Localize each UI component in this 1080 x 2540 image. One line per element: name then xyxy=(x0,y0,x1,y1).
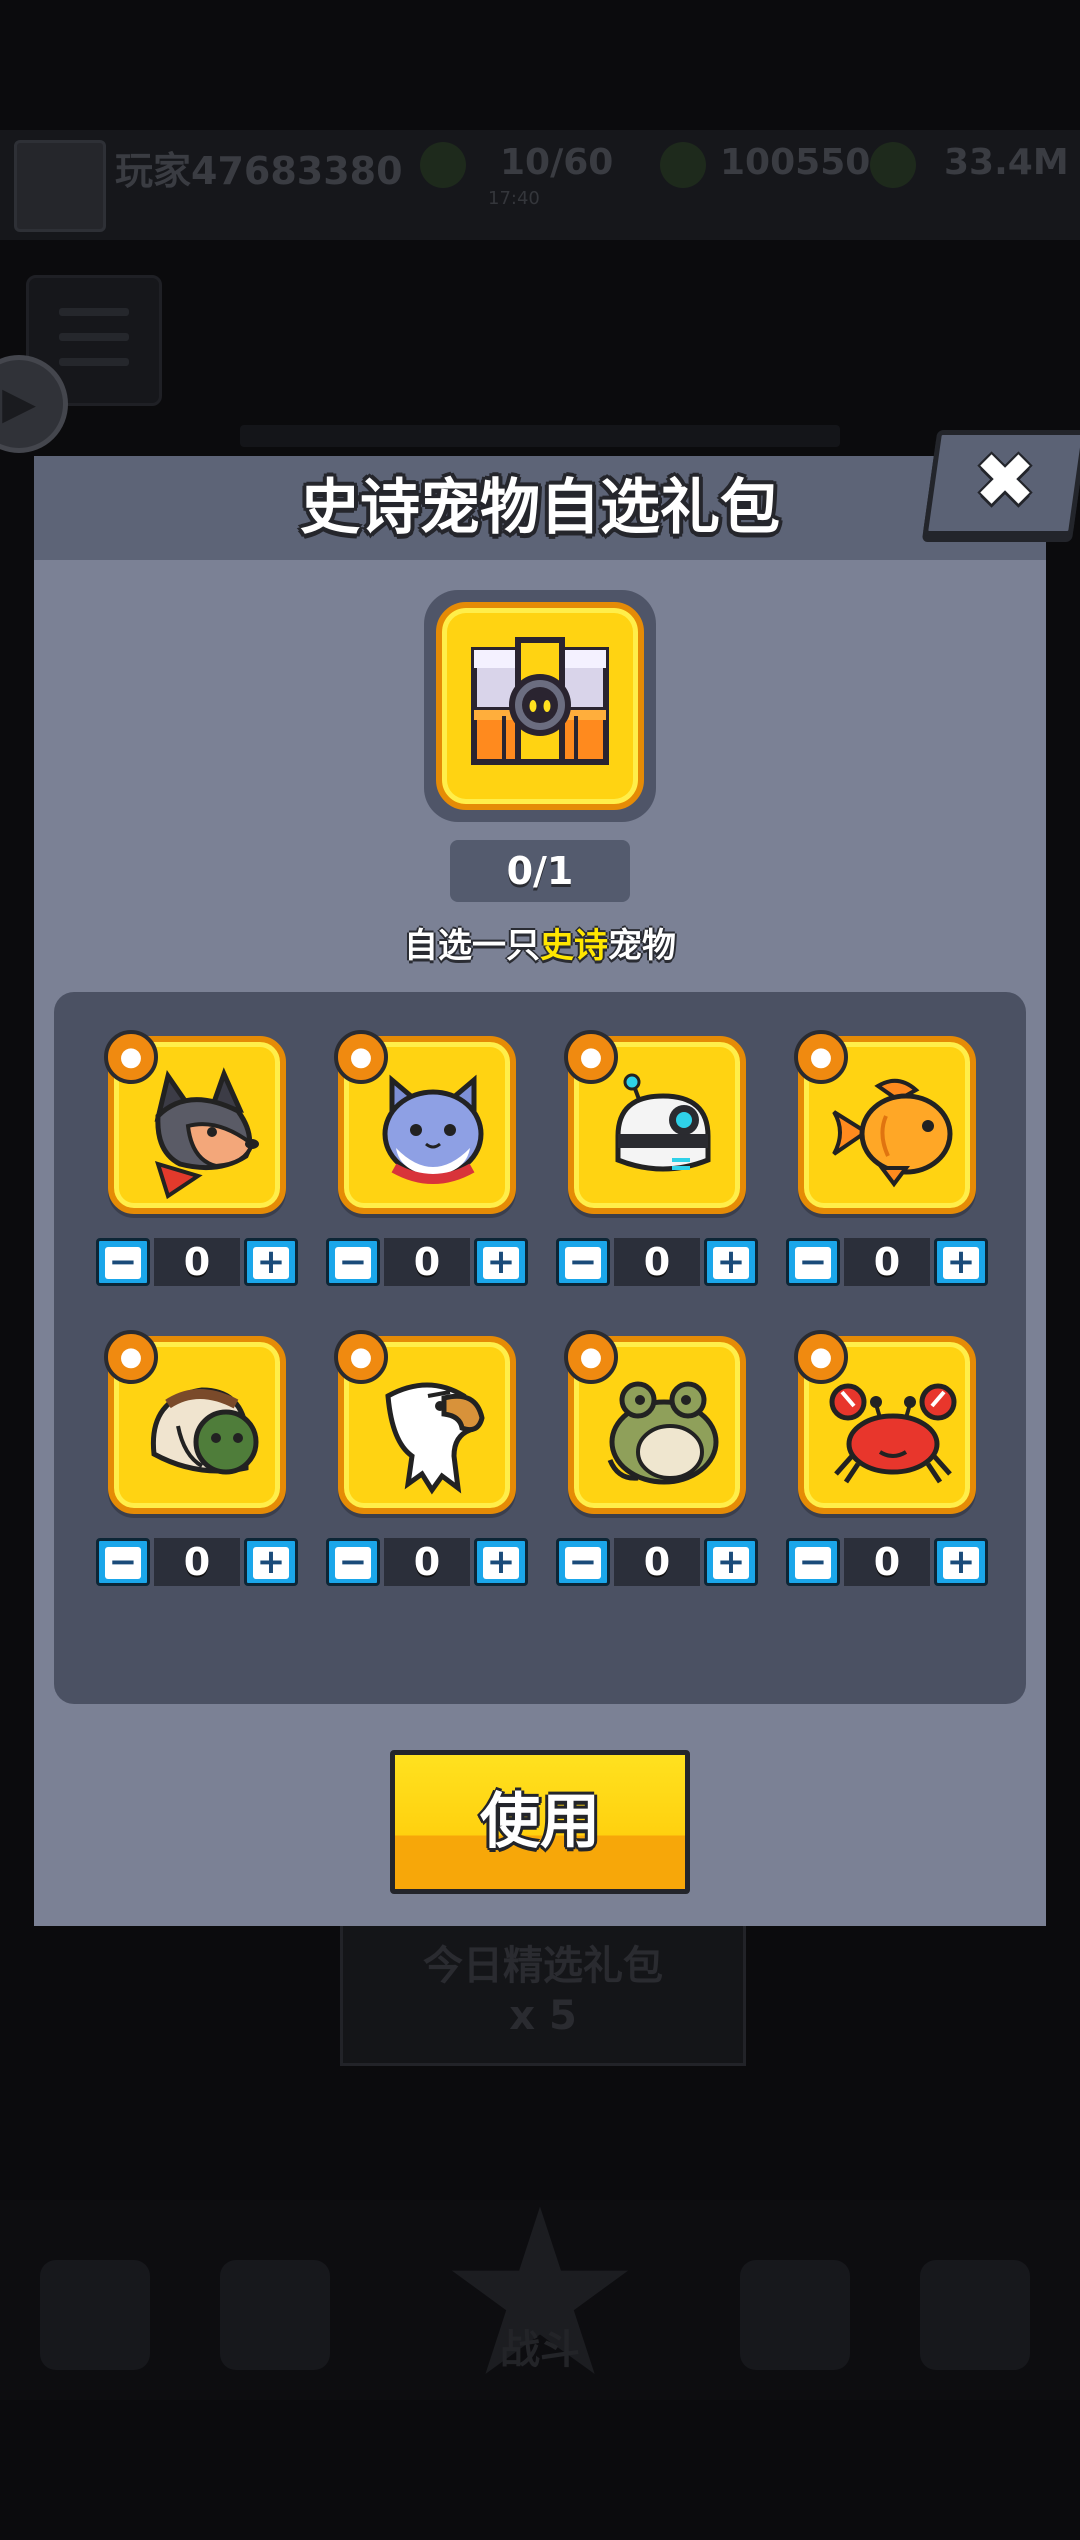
eagle-icon xyxy=(385,1382,485,1495)
increment-button[interactable]: + xyxy=(474,1538,528,1586)
background-gold: 100550 xyxy=(720,142,871,183)
background-stamina: 10/60 xyxy=(500,142,614,183)
turtle-shell-icon: ● xyxy=(104,1330,158,1384)
quantity-stepper: − 0 + xyxy=(786,1538,988,1588)
coin-stack-icon: ● xyxy=(564,1330,618,1384)
eagle-head-icon: ● xyxy=(794,1330,848,1384)
quantity-stepper: − 0 + xyxy=(556,1538,758,1588)
dog-icon xyxy=(154,1067,259,1200)
robot-icon xyxy=(615,1073,711,1172)
nav-weapon-icon xyxy=(920,2260,1030,2370)
decrement-button[interactable]: − xyxy=(786,1538,840,1586)
pet-item-cat: ● − 0 + xyxy=(326,1030,538,1296)
dialog-subtitle: 自选一只史诗宠物 xyxy=(0,918,1080,967)
quantity-stepper: − 0 + xyxy=(786,1238,988,1288)
treasure-chest-icon xyxy=(471,637,609,765)
quantity-value: 0 xyxy=(614,1238,700,1286)
crab-icon xyxy=(829,1383,957,1484)
pet-item-robot: ● − 0 + xyxy=(556,1030,768,1296)
nav-shield-icon xyxy=(220,2260,330,2370)
background-stamina-timer: 17:40 xyxy=(488,188,540,209)
quantity-value: 0 xyxy=(844,1238,930,1286)
decrement-button[interactable]: − xyxy=(786,1238,840,1286)
increment-button[interactable]: + xyxy=(244,1538,298,1586)
background-banner: 今日精选礼包 x 5 xyxy=(340,1920,746,2066)
eagle-head-icon: ● xyxy=(334,1330,388,1384)
stamina-icon xyxy=(420,142,466,188)
selection-counter: 0/1 xyxy=(450,840,630,902)
nav-shop-icon xyxy=(40,2260,150,2370)
increment-button[interactable]: + xyxy=(704,1538,758,1586)
decrement-button[interactable]: − xyxy=(96,1538,150,1586)
increment-button[interactable]: + xyxy=(934,1238,988,1286)
use-button[interactable]: 使用 xyxy=(390,1750,690,1894)
subtitle-after: 宠物 xyxy=(608,926,676,966)
quantity-stepper: − 0 + xyxy=(326,1238,528,1288)
nav-pets-icon xyxy=(740,2260,850,2370)
pet-item-goldfish: ● − 0 + xyxy=(786,1030,998,1296)
cat-icon xyxy=(382,1074,484,1184)
frog-icon xyxy=(607,1381,719,1485)
background-player-name: 玩家47683380 xyxy=(115,149,403,193)
decrement-button[interactable]: − xyxy=(326,1238,380,1286)
turtle-shell-icon: ● xyxy=(794,1030,848,1084)
close-button[interactable]: ✖ xyxy=(922,430,1080,536)
increment-button[interactable]: + xyxy=(244,1238,298,1286)
dog-head-icon: ● xyxy=(564,1030,618,1084)
subtitle-highlight: 史诗 xyxy=(540,926,608,966)
background-stripe xyxy=(240,425,840,447)
pet-item-dog: ● − 0 + xyxy=(96,1030,308,1296)
quantity-value: 0 xyxy=(154,1238,240,1286)
dialog-header: 史诗宠物自选礼包 xyxy=(34,456,1046,560)
background-banner-text: 今日精选礼包 xyxy=(423,1943,663,1989)
quantity-value: 0 xyxy=(384,1538,470,1586)
decrement-button[interactable]: − xyxy=(96,1238,150,1286)
background-power: 33.4M xyxy=(944,142,1069,183)
increment-button[interactable]: + xyxy=(474,1238,528,1286)
pet-item-turtle: ● − 0 + xyxy=(96,1330,308,1596)
increment-button[interactable]: + xyxy=(934,1538,988,1586)
use-button-label: 使用 xyxy=(480,1787,600,1857)
subtitle-before: 自选一只 xyxy=(404,926,540,966)
background-avatar xyxy=(14,140,106,232)
pet-item-eagle: ● − 0 + xyxy=(326,1330,538,1596)
power-icon xyxy=(870,142,916,188)
decrement-button[interactable]: − xyxy=(556,1538,610,1586)
pet-item-crab: ● − 0 + xyxy=(786,1330,998,1596)
quantity-stepper: − 0 + xyxy=(556,1238,758,1288)
pet-item-frog: ● − 0 + xyxy=(556,1330,768,1596)
quantity-stepper: − 0 + xyxy=(96,1538,298,1588)
quantity-value: 0 xyxy=(614,1538,700,1586)
decrement-button[interactable]: − xyxy=(556,1238,610,1286)
quantity-value: 0 xyxy=(154,1538,240,1586)
nav-battle-label: 战斗 xyxy=(500,2327,580,2373)
background-banner-reward: x 5 xyxy=(509,1993,577,2039)
increment-button[interactable]: + xyxy=(704,1238,758,1286)
gem-icon xyxy=(660,142,706,188)
turtle-icon xyxy=(150,1387,259,1475)
goldfish-icon xyxy=(832,1078,953,1188)
dialog-title: 史诗宠物自选礼包 xyxy=(300,473,780,543)
quantity-stepper: − 0 + xyxy=(326,1538,528,1588)
close-x-icon: ✖ xyxy=(973,438,1036,524)
quantity-stepper: − 0 + xyxy=(96,1238,298,1288)
quantity-value: 0 xyxy=(844,1538,930,1586)
coin-stack-icon: ● xyxy=(334,1030,388,1084)
decrement-button[interactable]: − xyxy=(326,1538,380,1586)
quantity-value: 0 xyxy=(384,1238,470,1286)
dog-head-icon: ● xyxy=(104,1030,158,1084)
